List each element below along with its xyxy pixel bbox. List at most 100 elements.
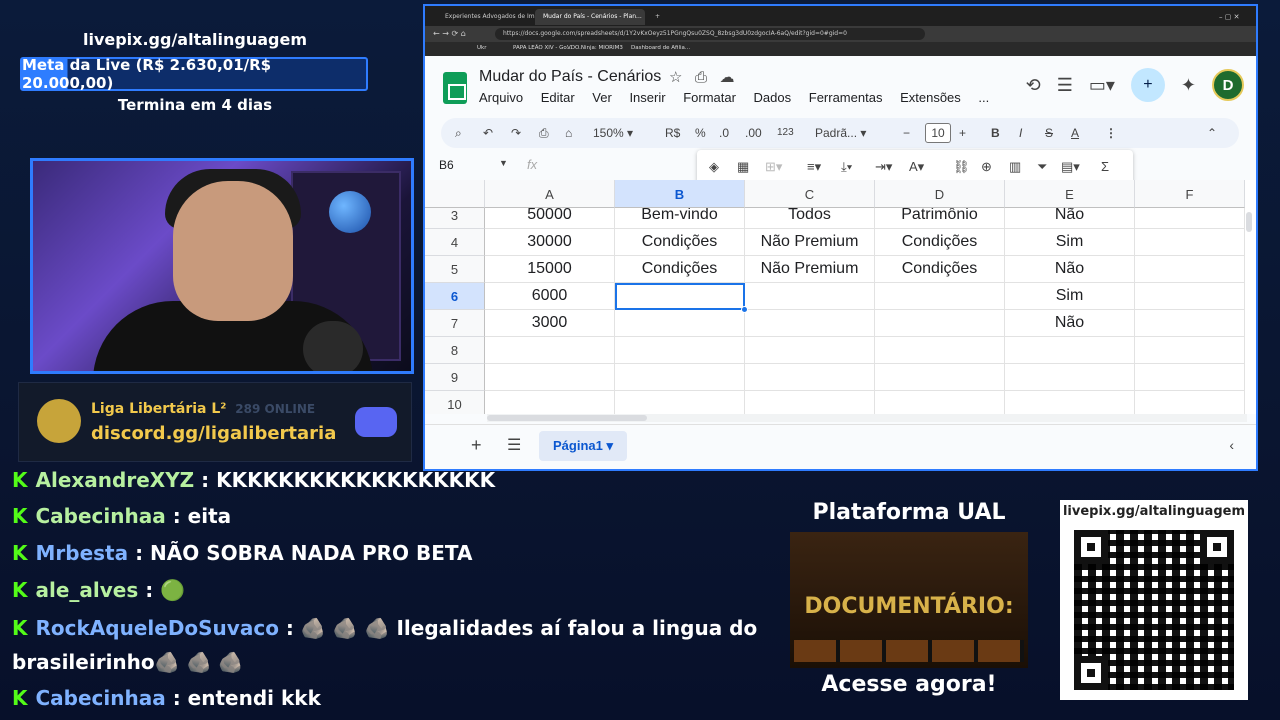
url-field[interactable]: https://docs.google.com/spreadsheets/d/1… — [495, 28, 925, 40]
table-cell[interactable]: Não Premium — [745, 229, 875, 256]
bold-button[interactable]: B — [991, 126, 1000, 140]
table-cell[interactable] — [615, 310, 745, 337]
italic-button[interactable]: I — [1019, 126, 1022, 140]
table-cell[interactable] — [485, 364, 615, 391]
table-cell[interactable] — [745, 283, 875, 310]
document-title[interactable]: Mudar do País - Cenários — [479, 68, 661, 86]
table-cell[interactable]: 15000 — [485, 256, 615, 283]
column-header-d[interactable]: D — [875, 180, 1005, 208]
font-select[interactable]: Padrã... ▾ — [815, 126, 866, 140]
select-all-corner[interactable] — [425, 180, 485, 208]
account-avatar[interactable]: D — [1212, 69, 1244, 101]
strikethrough-button[interactable]: S — [1045, 126, 1053, 140]
table-cell[interactable] — [745, 337, 875, 364]
collapse-side-panel-icon[interactable]: ‹ — [1229, 437, 1234, 453]
table-cell[interactable]: Sim — [1005, 229, 1135, 256]
fill-handle[interactable] — [741, 306, 748, 313]
horizontal-align-icon[interactable]: ≡▾ — [807, 159, 821, 175]
share-button[interactable]: + — [1130, 68, 1165, 102]
redo-icon[interactable]: ↷ — [511, 126, 521, 140]
comments-icon[interactable]: ☰ — [1057, 75, 1073, 96]
collapse-menus-icon[interactable]: ⌃ — [1207, 126, 1217, 140]
menu-inserir[interactable]: Inserir — [629, 90, 665, 105]
insert-chart-icon[interactable]: ▥ — [1009, 159, 1021, 175]
menu-dados[interactable]: Dados — [754, 90, 792, 105]
column-header-b[interactable]: B — [615, 180, 745, 208]
table-cell[interactable] — [485, 391, 615, 414]
column-header-a[interactable]: A — [485, 180, 615, 208]
add-sheet-icon[interactable]: + — [471, 435, 482, 456]
menu-formatar[interactable]: Formatar — [683, 90, 736, 105]
menu-more[interactable]: ... — [978, 90, 989, 105]
table-cell[interactable] — [485, 337, 615, 364]
table-cell[interactable] — [615, 364, 745, 391]
merge-cells-icon[interactable]: ⊞▾ — [765, 159, 782, 175]
spreadsheet-grid[interactable]: 3 50000 Bem-vindo Todos Patrimônio Não 4 30000 C… — [425, 180, 1256, 414]
table-cell[interactable] — [875, 337, 1005, 364]
column-header-f[interactable]: F — [1135, 180, 1245, 208]
increase-decimal-button[interactable]: .00 — [745, 126, 762, 140]
name-box[interactable]: B6 — [439, 158, 454, 172]
move-folder-icon[interactable]: ⎙ — [695, 69, 707, 86]
table-cell[interactable] — [615, 391, 745, 414]
table-cell[interactable] — [1005, 337, 1135, 364]
font-size-input[interactable]: 10 — [925, 123, 951, 143]
row-header[interactable]: 9 — [425, 364, 485, 391]
row-header[interactable]: 7 — [425, 310, 485, 337]
table-cell[interactable] — [1135, 391, 1245, 414]
sheets-logo-icon[interactable] — [443, 72, 467, 104]
table-cell[interactable] — [745, 391, 875, 414]
table-cell[interactable] — [615, 337, 745, 364]
more-tools-button[interactable]: ⋮ — [1105, 126, 1117, 140]
vertical-scrollbar[interactable] — [1246, 212, 1252, 232]
table-cell[interactable] — [1005, 364, 1135, 391]
table-cell[interactable] — [875, 391, 1005, 414]
table-cell[interactable]: 3000 — [485, 310, 615, 337]
table-cell[interactable]: Não — [1005, 310, 1135, 337]
text-wrap-icon[interactable]: ⇥▾ — [875, 159, 892, 175]
table-cell[interactable] — [1135, 337, 1245, 364]
nav-buttons[interactable]: ← → ⟳ ⌂ — [433, 29, 466, 38]
menu-arquivo[interactable]: Arquivo — [479, 90, 523, 105]
scroll-thumb[interactable] — [487, 415, 647, 421]
active-cell[interactable] — [615, 283, 745, 310]
table-cell[interactable]: 30000 — [485, 229, 615, 256]
table-cell[interactable] — [1135, 256, 1245, 283]
text-color-button[interactable]: A — [1071, 126, 1079, 140]
paint-format-icon[interactable]: ⌂ — [565, 126, 572, 140]
table-cell[interactable]: Sim — [1005, 283, 1135, 310]
column-header-e[interactable]: E — [1005, 180, 1135, 208]
table-cell[interactable]: Condições — [615, 229, 745, 256]
borders-icon[interactable]: ▦ — [737, 159, 749, 175]
table-cell[interactable] — [875, 310, 1005, 337]
row-header[interactable]: 4 — [425, 229, 485, 256]
table-cell[interactable] — [1135, 283, 1245, 310]
filter-icon[interactable]: ⏷ — [1037, 159, 1047, 175]
table-cell[interactable]: Condições — [875, 256, 1005, 283]
bookmark-item[interactable]: Ukr — [477, 45, 486, 51]
number-format-button[interactable]: 123 — [777, 127, 794, 138]
percent-format-button[interactable]: % — [695, 126, 706, 140]
search-icon[interactable]: ⌕ — [455, 126, 462, 141]
new-tab-button[interactable]: + — [647, 9, 668, 25]
star-icon[interactable]: ☆ — [669, 69, 682, 86]
functions-icon[interactable]: Σ — [1101, 159, 1109, 174]
table-cell[interactable] — [1005, 391, 1135, 414]
table-cell[interactable] — [1135, 364, 1245, 391]
font-size-decrease[interactable]: − — [903, 126, 910, 140]
table-cell[interactable] — [875, 283, 1005, 310]
all-sheets-icon[interactable]: ☰ — [507, 435, 521, 455]
zoom-select[interactable]: 150% ▾ — [593, 126, 633, 140]
bookmark-item[interactable]: PAPA LEÃO XIV - Go... — [513, 45, 572, 51]
table-cell[interactable] — [875, 364, 1005, 391]
browser-tab-active[interactable]: Mudar do País - Cenários - Plan... — [535, 9, 645, 25]
table-cell[interactable]: Condições — [615, 256, 745, 283]
insert-link-icon[interactable]: ⛓ — [953, 159, 970, 175]
fill-color-icon[interactable]: ◈ — [709, 159, 719, 175]
row-header[interactable]: 5 — [425, 256, 485, 283]
undo-icon[interactable]: ↶ — [483, 126, 493, 140]
currency-format-button[interactable]: R$ — [665, 126, 680, 140]
column-header-c[interactable]: C — [745, 180, 875, 208]
table-cell[interactable] — [1135, 229, 1245, 256]
text-rotation-icon[interactable]: A▾ — [909, 159, 924, 175]
